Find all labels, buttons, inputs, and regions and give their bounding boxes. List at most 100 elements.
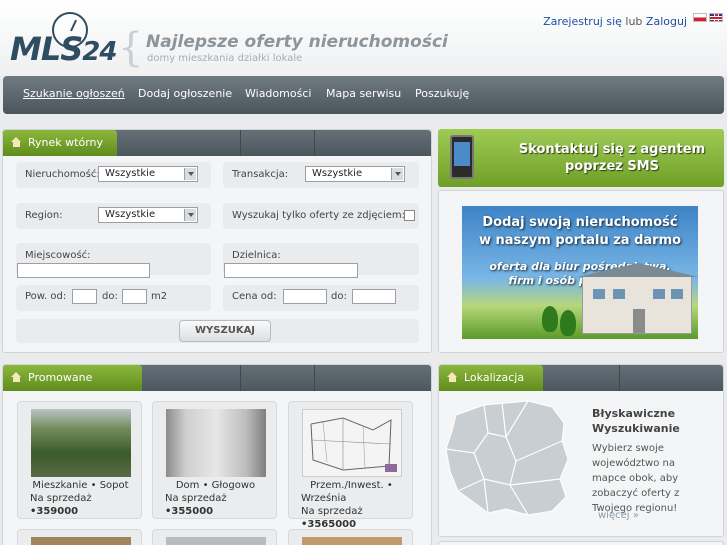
sms-banner-text: Skontaktuj się z agentem poprzez SMS (502, 141, 722, 175)
main-nav: Szukanie ogłoszeń Dodaj ogłoszenie Wiado… (3, 76, 724, 114)
header-divider (240, 365, 241, 391)
location-description: Wybierz swoje województwo na mapce obok,… (592, 443, 680, 514)
offer-price: •355000 (165, 506, 214, 517)
offer-photo (31, 409, 131, 477)
offer-photo (166, 537, 266, 545)
site-header: MLS24 { Najlepsze oferty nieruchomości d… (0, 0, 727, 76)
photo-only-checkbox[interactable] (404, 210, 415, 221)
tree-illustration (560, 310, 576, 336)
site-tagline: Najlepsze oferty nieruchomości (146, 32, 448, 52)
free-listing-line2: w naszym portalu za darmo (478, 233, 682, 248)
location-title: Błyskawiczne Wyszukiwanie (592, 406, 680, 436)
search-button[interactable]: WYSZUKAJ (179, 320, 271, 342)
photo-only-label: Wyszukaj tylko oferty ze zdjęciem: (232, 210, 406, 221)
offer-price: •359000 (30, 506, 79, 517)
tab-label: Lokalizacja (464, 371, 525, 384)
offer-transaction: Na sprzedaż (301, 506, 363, 517)
offer-title: Przem./Inwest. • (310, 480, 393, 491)
price-from-input[interactable] (283, 289, 327, 304)
transaction-select-value: Wszystkie (312, 168, 363, 179)
poland-map[interactable] (444, 397, 574, 519)
phone-icon (450, 135, 474, 179)
nav-item-search[interactable]: Szukanie ogłoszeń (23, 87, 125, 100)
header-divider (314, 130, 315, 156)
price-to-input[interactable] (352, 289, 396, 304)
tree-illustration (542, 306, 558, 332)
location-more-link[interactable]: więcej » (598, 510, 639, 521)
free-listing-line1: Dodaj swoją nieruchomość (482, 215, 678, 230)
tab-location[interactable]: Lokalizacja (439, 365, 543, 391)
register-link[interactable]: Zarejestruj się (543, 15, 622, 28)
area-to-input[interactable] (122, 289, 147, 304)
offer-title: Mieszkanie • Sopot (32, 480, 129, 491)
house-illustration (577, 263, 698, 334)
district-label: Dzielnica: (232, 250, 281, 261)
offer-card[interactable] (17, 529, 142, 545)
offer-card[interactable] (288, 529, 413, 545)
or-text: lub (621, 15, 646, 28)
account-links: Zarejestruj się lub Zaloguj (543, 15, 687, 28)
chevron-down-icon (184, 209, 196, 221)
area-from-input[interactable] (72, 289, 97, 304)
offer-title-city: Września (301, 493, 347, 504)
polish-flag-icon[interactable] (693, 13, 707, 22)
chevron-down-icon (391, 168, 403, 180)
header-divider (314, 365, 315, 391)
site-subtagline: domy mieszkania działki lokale (147, 53, 303, 64)
tab-label: Rynek wtórny (28, 136, 104, 149)
region-select[interactable]: Wszystkie (98, 207, 198, 223)
city-input[interactable] (17, 263, 150, 278)
site-plan-drawing (310, 417, 397, 472)
offer-card[interactable] (152, 529, 277, 545)
location-title-line1: Błyskawiczne (592, 407, 676, 420)
property-select-value: Wszystkie (105, 168, 156, 179)
property-select[interactable]: Wszystkie (98, 166, 198, 182)
chevron-down-icon (184, 168, 196, 180)
offer-card[interactable]: Mieszkanie • Sopot Na sprzedaż •359000 (17, 401, 142, 519)
login-link[interactable]: Zaloguj (646, 15, 687, 28)
offer-card[interactable]: Przem./Inwest. • Września Na sprzedaż •3… (288, 401, 413, 530)
search-panel-header: Rynek wtórny (3, 130, 431, 156)
sms-contact-banner[interactable]: Skontaktuj się z agentem poprzez SMS (438, 129, 724, 187)
city-label: Miejscowość: (25, 250, 91, 261)
offer-transaction: Na sprzedaż (30, 493, 92, 504)
district-input[interactable] (224, 263, 358, 278)
offer-title: Dom • Głogowo (175, 480, 256, 491)
nav-item-messages[interactable]: Wiadomości (245, 87, 311, 100)
area-to-label: do: (102, 291, 118, 302)
free-listing-title: Dodaj swoją nieruchomość w naszym portal… (462, 214, 698, 250)
offer-photo (302, 537, 402, 545)
tab-promoted-offers[interactable]: Promowane oferty (3, 365, 142, 410)
nav-item-sitemap[interactable]: Mapa serwisu (326, 87, 401, 100)
site-logo[interactable]: MLS24 (10, 12, 120, 72)
header-divider (240, 130, 241, 156)
logo-text: MLS24 (10, 30, 117, 68)
price-to-label: do: (331, 291, 347, 302)
offer-photo (302, 409, 402, 477)
offer-photo (166, 409, 266, 477)
sms-banner-line2: poprzez SMS (564, 159, 660, 174)
header-divider (619, 365, 620, 391)
decorative-brace: { (118, 25, 144, 71)
location-panel-header: Lokalizacja (439, 365, 723, 391)
area-from-label: Pow. od: (25, 291, 67, 302)
promoted-panel-header: Promowane oferty (3, 365, 431, 410)
transaction-label: Transakcja: (232, 169, 289, 180)
free-listing-banner[interactable]: Dodaj swoją nieruchomość w naszym portal… (462, 206, 698, 339)
region-label: Region: (25, 210, 63, 221)
nav-item-add-listing[interactable]: Dodaj ogłoszenie (138, 87, 232, 100)
offer-photo (31, 537, 131, 545)
english-flag-icon[interactable] (709, 13, 723, 22)
price-from-label: Cena od: (232, 291, 277, 302)
location-title-line2: Wyszukiwanie (592, 422, 680, 435)
offer-card[interactable]: Dom • Głogowo Na sprzedaż •355000 (152, 401, 277, 519)
offer-transaction: Na sprzedaż (165, 493, 227, 504)
transaction-select[interactable]: Wszystkie (305, 166, 405, 182)
language-switcher (693, 13, 723, 22)
tab-secondary-market[interactable]: Rynek wtórny (3, 130, 118, 156)
region-select-value: Wszystkie (105, 209, 156, 220)
property-label: Nieruchomość: (25, 169, 100, 180)
area-unit: m2 (151, 291, 168, 302)
nav-item-looking-for[interactable]: Poszukuję (415, 87, 469, 100)
sms-banner-line1: Skontaktuj się z agentem (518, 142, 706, 157)
